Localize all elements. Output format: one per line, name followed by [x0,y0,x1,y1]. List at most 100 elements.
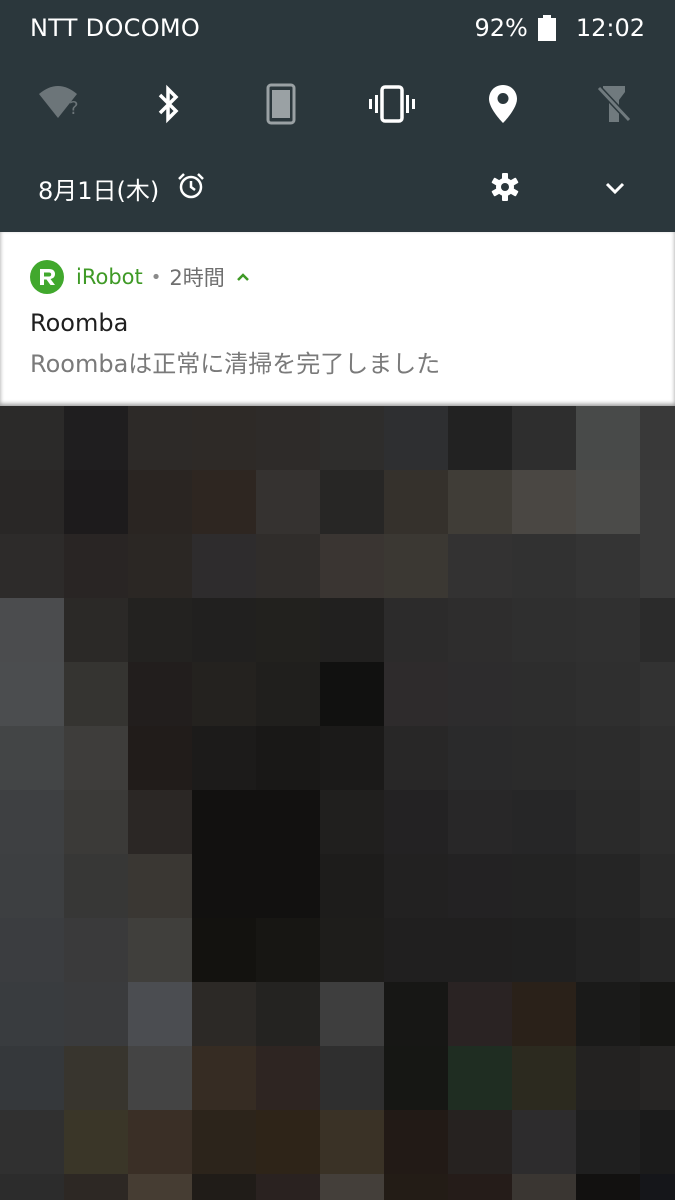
wallpaper-pixel [192,854,256,918]
wallpaper-pixel [256,918,320,982]
wallpaper-pixel [576,918,640,982]
wallpaper-pixel [192,918,256,982]
wallpaper-pixel [640,982,675,1046]
wallpaper-pixel [320,534,384,598]
wifi-unknown-icon[interactable]: ? [34,78,86,130]
wallpaper-pixel [384,790,448,854]
clock-time: 12:02 [575,14,645,42]
wallpaper-pixel [640,918,675,982]
wallpaper-pixel [576,534,640,598]
wallpaper-pixel [576,790,640,854]
chevron-down-icon[interactable] [602,175,628,201]
wallpaper-pixel [320,598,384,662]
wallpaper-pixel [320,790,384,854]
wallpaper-pixel [576,726,640,790]
wallpaper-pixel [128,406,192,470]
wallpaper-pixel [0,982,64,1046]
wallpaper-pixel [384,534,448,598]
wallpaper-pixel [192,534,256,598]
wallpaper-pixel [640,662,675,726]
wallpaper-pixel [448,982,512,1046]
wallpaper-pixel [512,918,576,982]
wallpaper-pixel [640,854,675,918]
wallpaper-pixel [0,1174,64,1200]
wallpaper-pixel [512,534,576,598]
vibrate-icon[interactable] [366,78,418,130]
wallpaper-pixel [128,662,192,726]
battery-icon [537,15,556,41]
wallpaper-pixel [64,790,128,854]
wallpaper-pixel [128,1110,192,1174]
notification-body: Roombaは正常に清掃を完了しました [30,350,441,378]
wallpaper-pixel [384,726,448,790]
wallpaper-pixel [512,406,576,470]
wallpaper-pixel [576,982,640,1046]
wallpaper-pixel [192,406,256,470]
wallpaper-pixel [64,1110,128,1174]
alarm-icon[interactable] [177,172,205,200]
wallpaper-pixel [512,982,576,1046]
screen-rotation-icon[interactable] [255,78,307,130]
wallpaper-pixel [576,1046,640,1110]
bluetooth-icon[interactable] [143,78,195,130]
wallpaper-pixel [576,470,640,534]
quick-settings-panel: NTT DOCOMO 92% 12:02 ? 8月1日(木) [0,0,675,232]
wallpaper-pixel [384,918,448,982]
wallpaper-pixel [256,1174,320,1200]
wallpaper-pixel [448,662,512,726]
wallpaper-pixel [256,662,320,726]
wallpaper-pixel [320,1046,384,1110]
wallpaper-pixel [320,726,384,790]
wallpaper-pixel [64,854,128,918]
wallpaper-pixel [256,534,320,598]
chevron-up-icon[interactable] [235,269,251,285]
wallpaper-pixel [448,1174,512,1200]
wallpaper-pixel [576,1174,640,1200]
wallpaper-pixel [640,470,675,534]
wallpaper-pixel [128,1174,192,1200]
location-icon[interactable] [477,78,529,130]
wallpaper-pixel [64,470,128,534]
date-label[interactable]: 8月1日(木) [38,171,159,206]
quick-settings-footer: 8月1日(木) [0,165,675,211]
notification-app-name: iRobot [76,265,143,289]
wallpaper-pixel [192,1110,256,1174]
wallpaper-pixel [0,406,64,470]
wallpaper-pixel [128,854,192,918]
wallpaper-pixel [448,534,512,598]
wallpaper-pixel [256,1110,320,1174]
wallpaper-pixel [576,662,640,726]
wallpaper-pixel [128,470,192,534]
wallpaper-pixel [0,470,64,534]
wallpaper-pixel [256,406,320,470]
wallpaper-pixel [640,726,675,790]
wallpaper-pixel [192,1174,256,1200]
wallpaper-pixel [128,790,192,854]
wallpaper-pixel [0,1110,64,1174]
wallpaper-pixel [64,406,128,470]
wallpaper-pixel [512,1174,576,1200]
wallpaper-pixel [128,726,192,790]
wallpaper-pixel [0,790,64,854]
flashlight-off-icon[interactable] [588,78,640,130]
wallpaper-pixel [64,726,128,790]
notification-card[interactable]: iRobot • 2時間 Roomba Roombaは正常に清掃を完了しました [0,232,675,406]
wallpaper-pixel [64,1046,128,1110]
wallpaper-pixel [512,726,576,790]
wallpaper-pixel [384,598,448,662]
wallpaper-pixel [320,1110,384,1174]
settings-gear-icon[interactable] [491,173,519,201]
wallpaper-pixel [192,470,256,534]
wallpaper-pixel [512,662,576,726]
wallpaper-pixel [448,470,512,534]
wallpaper-pixel [128,534,192,598]
quick-settings-tiles: ? [0,78,675,130]
wallpaper-pixel [384,470,448,534]
wallpaper-pixel [576,854,640,918]
wallpaper-pixel [448,790,512,854]
irobot-logo-icon [30,260,64,294]
wallpaper-pixel [512,1110,576,1174]
wallpaper-pixel [64,598,128,662]
wallpaper-pixel [512,470,576,534]
wallpaper-pixel [448,854,512,918]
